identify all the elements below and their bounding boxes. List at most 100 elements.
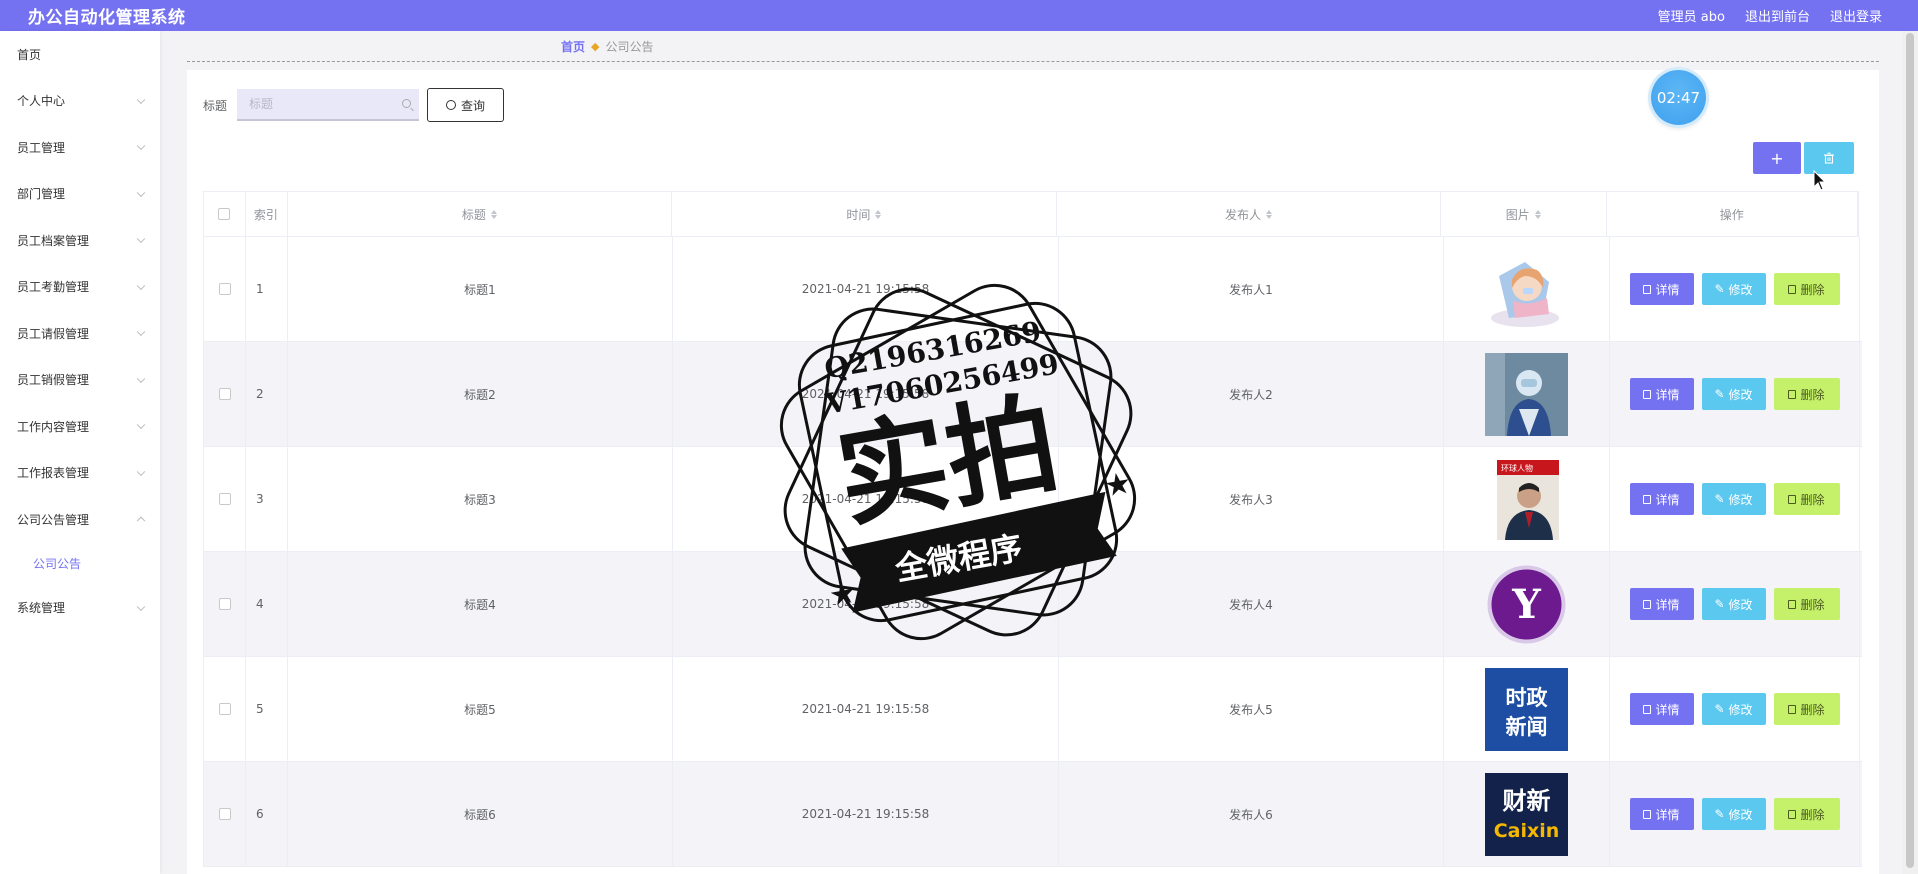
delete-button[interactable]: 删除 [1773,483,1840,515]
detail-button[interactable]: 详情 [1629,378,1694,410]
chevron-down-icon [136,234,146,244]
detail-button-label: 详情 [1655,597,1680,612]
document-icon [1643,389,1652,399]
add-button[interactable]: + [1753,142,1801,174]
publisher-cell: 发布人6 [1059,762,1444,866]
breadcrumb: 首页 ◆ 公司公告 [561,38,654,55]
row-checkbox[interactable] [218,808,231,820]
edit-button[interactable]: ✎ 修改 [1701,378,1766,410]
select-all-cell [204,192,246,236]
time-cell: 2021-04-21 19:15:58 [673,342,1059,446]
breadcrumb-home[interactable]: 首页 [561,38,585,55]
actions-cell: 详情 ✎ 修改 删除 [1610,762,1860,866]
sidebar-item-work-content[interactable]: 工作内容管理 [0,403,160,450]
trash-icon [1788,599,1797,609]
sort-icon[interactable] [490,209,497,219]
sidebar-item-home[interactable]: 首页 [0,31,160,78]
row-select-cell [204,237,246,341]
edit-button[interactable]: ✎ 修改 [1701,588,1766,620]
sidebar-item-label: 首页 [17,47,42,62]
delete-button[interactable]: 删除 [1773,273,1840,305]
image-cell: 时政 新闻 [1444,657,1610,761]
delete-button[interactable]: 删除 [1773,378,1840,410]
row-checkbox[interactable] [218,283,231,295]
sidebar-item-leave[interactable]: 员工请假管理 [0,310,160,357]
title-cell: 标题5 [288,657,673,761]
sidebar-item-attendance[interactable]: 员工考勤管理 [0,264,160,311]
sidebar-item-employee[interactable]: 员工管理 [0,124,160,171]
caixin-logo-image[interactable]: 财新 Caixin [1485,772,1568,856]
sort-icon[interactable] [875,209,882,219]
sidebar-item-label: 系统管理 [17,601,66,616]
sidebar-item-leave-cancel[interactable]: 员工销假管理 [0,357,160,404]
column-header-time[interactable]: 时间 [672,192,1057,236]
sidebar-item-work-report[interactable]: 工作报表管理 [0,450,160,497]
actions-cell: 详情 ✎ 修改 删除 [1610,657,1860,761]
trash-icon [1824,152,1834,164]
sidebar-item-employee-archive[interactable]: 员工档案管理 [0,217,160,264]
column-header-publisher[interactable]: 发布人 [1057,192,1442,236]
magazine-cover-image[interactable]: 环球人物 [1485,457,1568,541]
column-header-image[interactable]: 图片 [1441,192,1607,236]
publisher-cell: 发布人2 [1059,342,1444,446]
time-cell: 2021-04-21 19:15:58 [673,657,1059,761]
edit-button[interactable]: ✎ 修改 [1701,273,1766,305]
table-row: 6 标题6 2021-04-21 19:15:58 发布人6 财新 Caixin… [203,762,1862,867]
edit-button[interactable]: ✎ 修改 [1701,483,1766,515]
yahoo-logo-image[interactable]: Y [1485,562,1568,646]
query-button[interactable]: 查询 [427,88,504,122]
medical-worker-image[interactable] [1485,352,1568,436]
index-cell: 1 [246,237,288,341]
sidebar-item-label: 部门管理 [17,187,66,202]
scrollbar-thumb[interactable] [1906,33,1914,868]
edit-icon: ✎ [1714,597,1725,611]
delete-button[interactable]: 删除 [1773,693,1840,725]
detail-button[interactable]: 详情 [1629,588,1694,620]
search-input[interactable] [237,89,419,119]
sidebar-item-label: 员工管理 [17,140,66,155]
sort-icon[interactable] [1534,209,1541,219]
sidebar-item-department[interactable]: 部门管理 [0,171,160,218]
detail-button[interactable]: 详情 [1629,693,1694,725]
logout-link[interactable]: 退出登录 [1830,6,1882,25]
document-icon [1643,704,1652,714]
detail-button[interactable]: 详情 [1629,483,1694,515]
index-cell: 6 [246,762,288,866]
row-checkbox[interactable] [218,493,231,505]
sort-icon[interactable] [1265,209,1272,219]
actions-cell: 详情 ✎ 修改 删除 [1610,447,1860,551]
sidebar-item-system[interactable]: 系统管理 [0,585,160,632]
sidebar-item-personal-center[interactable]: 个人中心 [0,78,160,125]
edit-button[interactable]: ✎ 修改 [1701,798,1766,830]
sidebar-subitem-announcement[interactable]: 公司公告 [0,543,160,585]
batch-delete-button[interactable] [1804,142,1854,174]
delete-button[interactable]: 删除 [1773,798,1840,830]
delete-button[interactable]: 删除 [1773,588,1840,620]
cartoon-girl-image[interactable] [1485,247,1568,331]
detail-button[interactable]: 详情 [1629,273,1694,305]
frontend-link[interactable]: 退出到前台 [1745,6,1810,25]
news-logo-line1: 时政 [1506,686,1549,710]
edit-button[interactable]: ✎ 修改 [1701,693,1766,725]
title-cell: 标题1 [288,237,673,341]
column-header-title[interactable]: 标题 [288,192,672,236]
detail-button[interactable]: 详情 [1629,798,1694,830]
publisher-cell: 发布人1 [1059,237,1444,341]
select-all-checkbox[interactable] [218,208,231,220]
detail-button-label: 详情 [1655,702,1680,717]
sidebar-item-label: 公司公告管理 [17,512,90,527]
edit-icon: ✎ [1714,387,1725,401]
top-bar: 办公自动化管理系统 管理员 abo 退出到前台 退出登录 [0,0,1918,31]
row-checkbox[interactable] [218,703,231,715]
breadcrumb-current: 公司公告 [605,40,654,54]
query-button-label: 查询 [460,98,485,113]
column-header-label: 发布人 [1224,207,1261,222]
actions-cell: 详情 ✎ 修改 删除 [1610,552,1860,656]
chevron-up-icon [136,516,146,526]
row-checkbox[interactable] [218,598,231,610]
row-checkbox[interactable] [218,388,231,400]
sidebar-item-announcement[interactable]: 公司公告管理 [0,496,160,543]
news-logo-image[interactable]: 时政 新闻 [1485,667,1568,751]
trash-icon [1788,809,1797,819]
image-cell: 财新 Caixin [1444,762,1610,866]
